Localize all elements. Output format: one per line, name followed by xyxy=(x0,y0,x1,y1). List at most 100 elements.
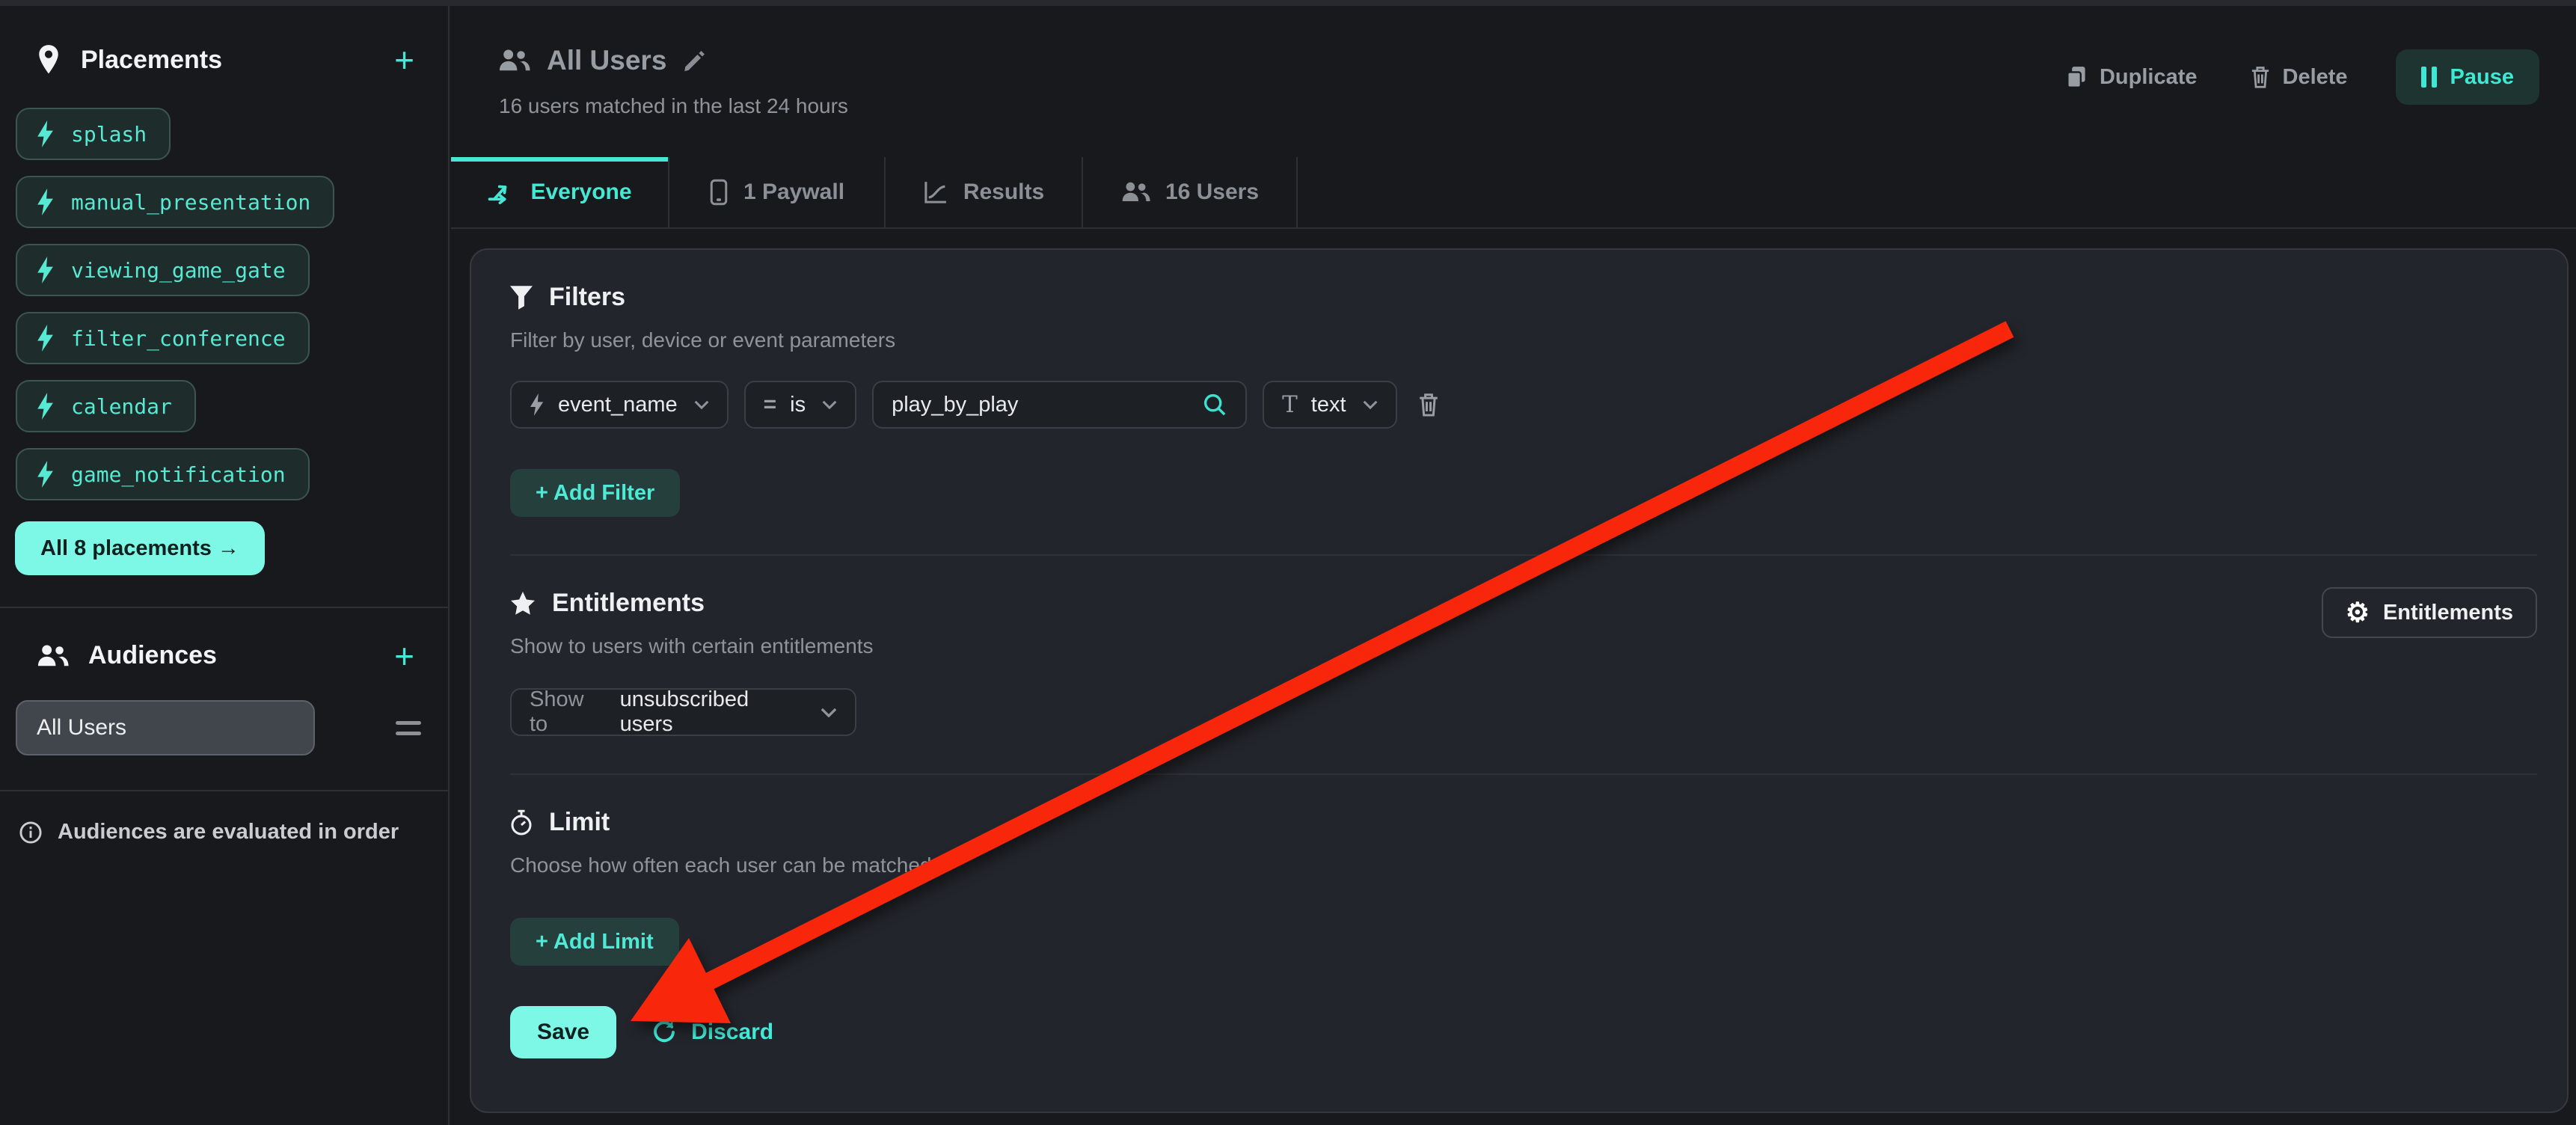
bolt-icon xyxy=(37,325,55,352)
delete-button[interactable]: Delete xyxy=(2245,64,2352,91)
users-icon xyxy=(497,49,530,73)
bolt-icon xyxy=(37,257,55,283)
filter-operator-value: is xyxy=(790,393,806,417)
tab-users[interactable]: 16 Users xyxy=(1083,157,1298,227)
placement-pill-label: manual_presentation xyxy=(71,190,310,215)
chevron-down-icon xyxy=(821,708,837,717)
audience-item[interactable]: All Users xyxy=(16,700,315,755)
add-limit-button[interactable]: + Add Limit xyxy=(510,918,679,966)
header-actions: Duplicate Delete Pause xyxy=(2061,49,2539,105)
page-title: All Users xyxy=(547,45,666,76)
placements-header: Placements + xyxy=(0,6,448,76)
filter-value-text: play_by_play xyxy=(892,393,1018,417)
limit-section: Limit Choose how often each user can be … xyxy=(510,773,2537,972)
audiences-title: Audiences xyxy=(88,641,394,670)
chevron-down-icon xyxy=(822,400,837,409)
filter-value-input[interactable]: play_by_play xyxy=(872,381,1247,429)
entitlements-title: Entitlements xyxy=(552,589,705,618)
pause-button[interactable]: Pause xyxy=(2396,49,2539,105)
tab-results[interactable]: Results xyxy=(886,157,1083,227)
audience-row: All Users xyxy=(0,670,448,755)
equals-icon: = xyxy=(764,392,777,417)
info-icon xyxy=(19,821,43,844)
app-window: Placements + splash manual_presentation … xyxy=(0,0,2576,1125)
placements-title: Placements xyxy=(81,46,394,75)
placement-pill[interactable]: game_notification xyxy=(16,448,310,500)
remove-filter-button[interactable] xyxy=(1413,392,1444,417)
filters-subtitle: Filter by user, device or event paramete… xyxy=(510,328,2537,352)
split-arrows-icon xyxy=(487,180,515,205)
bolt-icon xyxy=(37,461,55,488)
location-pin-icon xyxy=(36,43,61,76)
edit-pencil-icon[interactable] xyxy=(683,49,707,73)
audiences-note-text: Audiences are evaluated in order xyxy=(58,820,399,844)
placement-pill[interactable]: viewing_game_gate xyxy=(16,244,310,296)
chevron-down-icon xyxy=(694,400,709,409)
discard-label: Discard xyxy=(691,1020,773,1045)
tab-bar: Everyone 1 Paywall Results 16 Users xyxy=(451,157,2576,229)
tab-everyone[interactable]: Everyone xyxy=(451,157,669,227)
entitlements-subtitle: Show to users with certain entitlements xyxy=(510,634,2537,658)
placement-pill-label: splash xyxy=(71,122,147,147)
bolt-icon xyxy=(530,393,545,416)
filter-field-dropdown[interactable]: event_name xyxy=(510,381,729,429)
stopwatch-icon xyxy=(510,809,533,836)
limit-subtitle: Choose how often each user can be matche… xyxy=(510,853,2537,877)
filter-row: event_name = is play_by_play xyxy=(510,381,2537,429)
title-row: All Users xyxy=(497,45,707,76)
tab-label: 16 Users xyxy=(1165,180,1259,205)
show-to-value: unsubscribed users xyxy=(620,687,804,737)
filter-type-dropdown[interactable]: T text xyxy=(1263,381,1396,429)
trash-icon xyxy=(2250,65,2271,89)
filters-title: Filters xyxy=(549,283,625,312)
tab-label: Results xyxy=(963,180,1044,205)
filter-field-value: event_name xyxy=(558,393,678,417)
filter-operator-dropdown[interactable]: = is xyxy=(744,381,856,429)
copy-icon xyxy=(2065,65,2088,89)
users-icon xyxy=(36,644,69,668)
placement-pill[interactable]: filter_conference xyxy=(16,312,310,364)
placement-pill-label: game_notification xyxy=(71,462,286,487)
duplicate-label: Duplicate xyxy=(2100,65,2198,90)
star-icon xyxy=(510,592,536,616)
add-filter-button[interactable]: + Add Filter xyxy=(510,469,680,517)
save-button[interactable]: Save xyxy=(510,1006,616,1058)
add-placement-button[interactable]: + xyxy=(394,46,414,73)
tab-label: Everyone xyxy=(530,180,631,205)
tab-paywall[interactable]: 1 Paywall xyxy=(669,157,886,227)
entitlements-title-row: Entitlements xyxy=(510,589,2537,618)
drag-handle-icon[interactable] xyxy=(396,721,421,735)
add-audience-button[interactable]: + xyxy=(394,643,414,669)
bolt-icon xyxy=(37,188,55,215)
limit-title: Limit xyxy=(549,808,610,837)
placements-list: splash manual_presentation viewing_game_… xyxy=(0,76,448,500)
chart-icon xyxy=(923,180,948,205)
show-to-label: Show to xyxy=(530,687,607,737)
search-icon xyxy=(1202,392,1227,417)
show-to-dropdown[interactable]: Show to unsubscribed users xyxy=(510,688,856,736)
filter-type-value: text xyxy=(1311,393,1346,417)
entitlements-settings-label: Entitlements xyxy=(2383,601,2513,625)
pause-icon xyxy=(2421,67,2437,88)
audience-config-card: Filters Filter by user, device or event … xyxy=(470,248,2569,1113)
entitlements-settings-button[interactable]: ⚙ Entitlements xyxy=(2322,587,2537,638)
pause-label: Pause xyxy=(2450,65,2514,90)
limit-title-row: Limit xyxy=(510,808,2537,837)
placement-pill[interactable]: splash xyxy=(16,108,171,160)
duplicate-button[interactable]: Duplicate xyxy=(2061,64,2202,91)
placement-pill-label: calendar xyxy=(71,394,172,419)
bolt-icon xyxy=(37,120,55,147)
placement-pill[interactable]: manual_presentation xyxy=(16,176,334,228)
placement-pill-label: filter_conference xyxy=(71,326,286,351)
chevron-down-icon xyxy=(1363,400,1378,409)
entitlements-section: Entitlements Show to users with certain … xyxy=(510,554,2537,773)
discard-button[interactable]: Discard xyxy=(646,1018,778,1046)
placement-pill[interactable]: calendar xyxy=(16,380,196,432)
sidebar: Placements + splash manual_presentation … xyxy=(0,6,450,1125)
all-placements-button[interactable]: All 8 placements → xyxy=(15,521,265,575)
main-panel: All Users 16 users matched in the last 2… xyxy=(451,6,2576,1125)
audiences-header: Audiences + xyxy=(0,608,448,670)
funnel-icon xyxy=(510,286,533,310)
tab-label: 1 Paywall xyxy=(743,180,844,205)
placement-pill-label: viewing_game_gate xyxy=(71,258,286,283)
